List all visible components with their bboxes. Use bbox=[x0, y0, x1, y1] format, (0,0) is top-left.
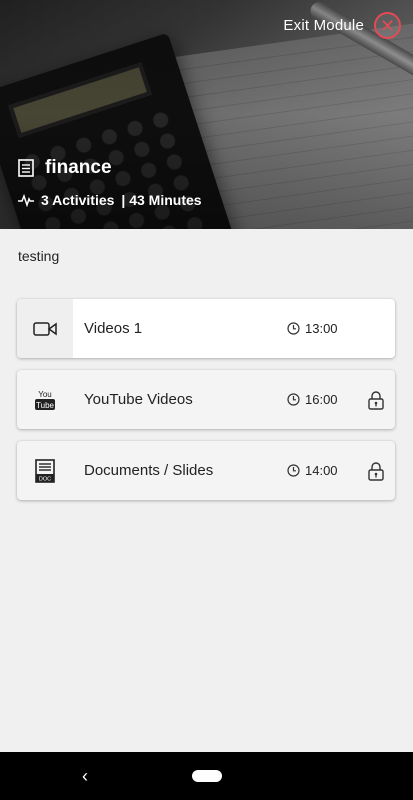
lock-icon bbox=[368, 390, 384, 410]
duration-text: 14:00 bbox=[305, 463, 338, 478]
exit-module-label: Exit Module bbox=[283, 17, 364, 34]
activity-title: YouTube Videos bbox=[84, 391, 193, 408]
module-header: Exit Module ✕ finance 3 Activities | 43 … bbox=[0, 0, 413, 229]
clock-icon bbox=[287, 322, 300, 335]
activity-card-videos[interactable]: Videos 1 13:00 bbox=[17, 299, 395, 358]
activities-count: 3 Activities bbox=[41, 192, 115, 208]
module-title: finance bbox=[45, 157, 112, 178]
lock-icon bbox=[368, 461, 384, 481]
close-circle-icon[interactable]: ✕ bbox=[374, 12, 401, 39]
clock-icon bbox=[287, 393, 300, 406]
duration-text: 16:00 bbox=[305, 392, 338, 407]
document-list-icon bbox=[18, 159, 34, 177]
system-nav-bar: ‹ bbox=[0, 752, 413, 800]
home-pill-button[interactable] bbox=[192, 770, 222, 782]
clock-icon bbox=[287, 464, 300, 477]
activity-pulse-icon bbox=[18, 193, 34, 207]
document-icon: DOC bbox=[35, 458, 55, 483]
activity-duration: 14:00 bbox=[287, 463, 357, 478]
duration-text: 13:00 bbox=[305, 321, 338, 336]
activity-duration: 16:00 bbox=[287, 392, 357, 407]
activity-title: Videos 1 bbox=[84, 320, 143, 337]
youtube-icon: You Tube bbox=[35, 390, 55, 410]
module-title-row: finance bbox=[18, 157, 112, 179]
document-icon-text: DOC bbox=[39, 476, 51, 482]
youtube-icon-text-top: You bbox=[38, 390, 52, 399]
youtube-icon-text-bottom: Tube bbox=[36, 401, 54, 410]
activity-card-documents[interactable]: DOC Documents / Slides 14:00 bbox=[17, 441, 395, 500]
back-icon[interactable]: ‹ bbox=[82, 766, 88, 787]
exit-module-button[interactable]: Exit Module ✕ bbox=[283, 12, 401, 39]
module-stats: 3 Activities | 43 Minutes bbox=[18, 192, 202, 208]
module-description: testing bbox=[18, 248, 60, 264]
activity-title: Documents / Slides bbox=[84, 462, 214, 479]
video-camera-icon bbox=[33, 321, 57, 336]
activity-duration: 13:00 bbox=[287, 321, 357, 336]
total-minutes: | 43 Minutes bbox=[121, 192, 202, 208]
activity-card-youtube[interactable]: You Tube YouTube Videos 16:00 bbox=[17, 370, 395, 429]
